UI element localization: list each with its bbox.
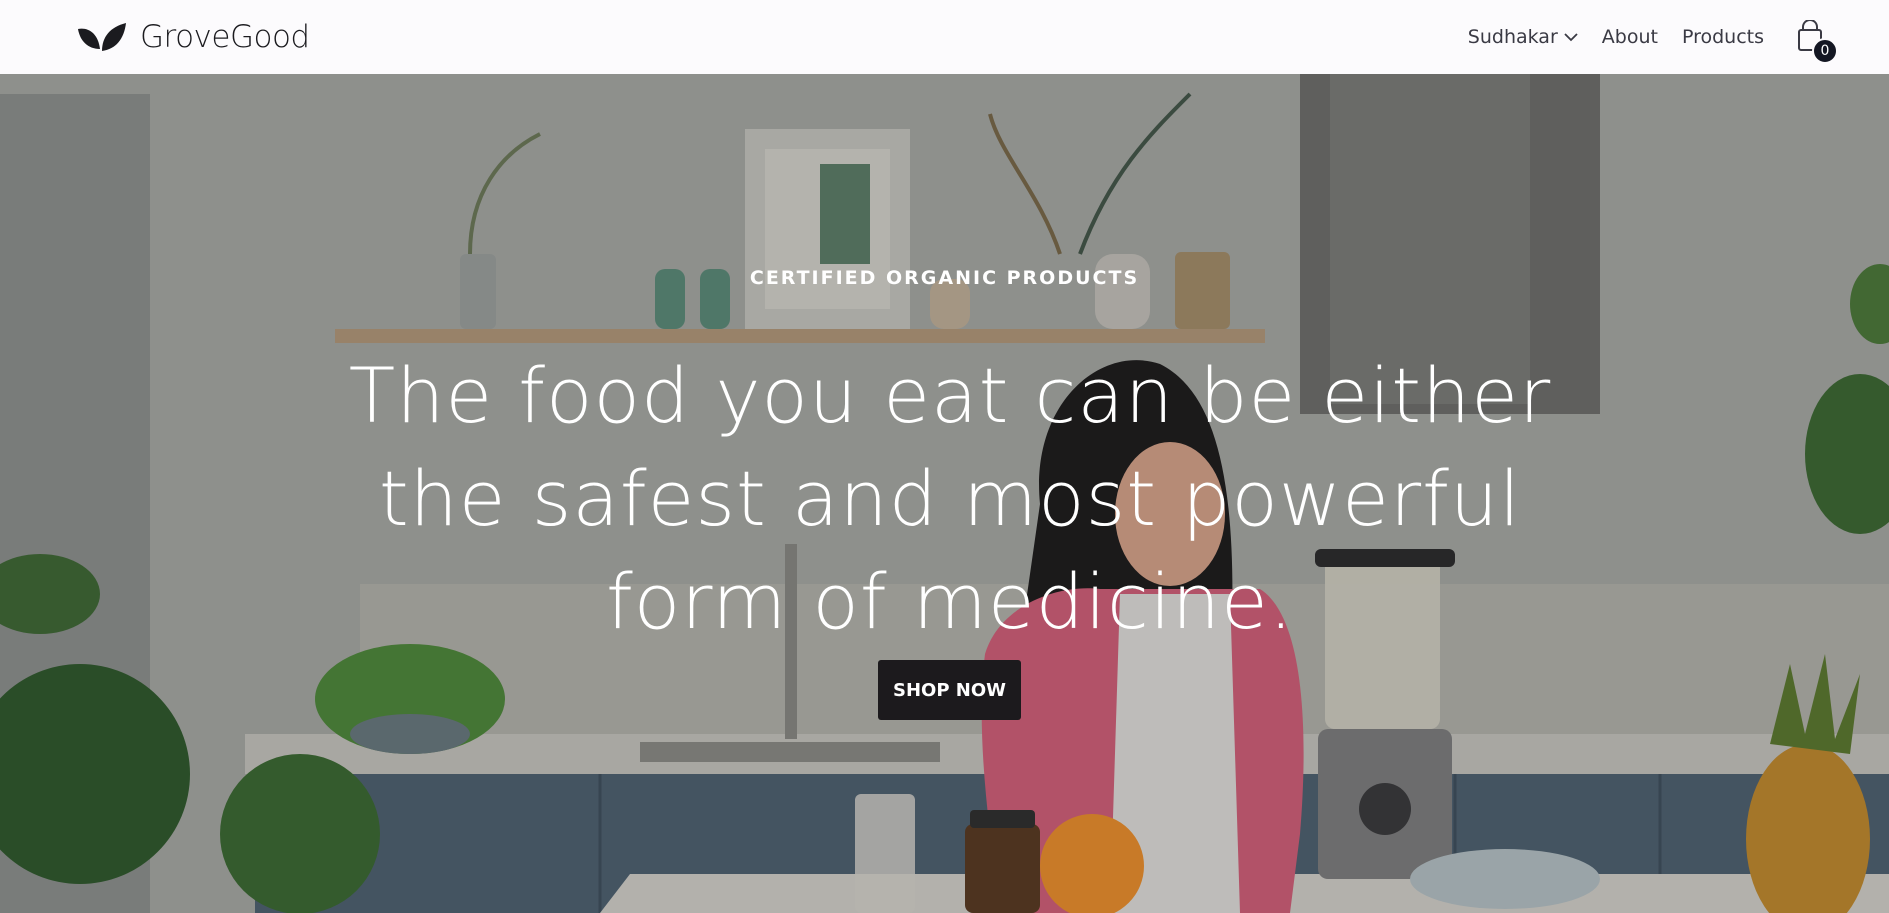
- leaves-icon: [78, 23, 126, 51]
- nav-about[interactable]: About: [1602, 26, 1658, 48]
- nav-products[interactable]: Products: [1682, 26, 1764, 48]
- brand-logo[interactable]: GroveGood: [76, 19, 310, 55]
- site-header: GroveGood Sudhakar About Products 0: [0, 0, 1889, 74]
- hero-content: CERTIFIED ORGANIC PRODUCTS The food you …: [0, 74, 1889, 913]
- main-nav: Sudhakar About Products 0: [1468, 20, 1838, 64]
- hero-banner: CERTIFIED ORGANIC PRODUCTS The food you …: [0, 74, 1889, 913]
- hero-headline: The food you eat can be either the safes…: [348, 351, 1552, 646]
- brand-name: GroveGood: [140, 19, 310, 55]
- cart-count-badge: 0: [1812, 38, 1838, 64]
- chevron-down-icon: [1564, 33, 1578, 42]
- hero-eyebrow: CERTIFIED ORGANIC PRODUCTS: [749, 267, 1140, 289]
- shop-now-button[interactable]: SHOP NOW: [878, 660, 1021, 720]
- cart-button[interactable]: 0: [1796, 20, 1838, 64]
- user-menu[interactable]: Sudhakar: [1468, 26, 1578, 48]
- user-name: Sudhakar: [1467, 26, 1558, 48]
